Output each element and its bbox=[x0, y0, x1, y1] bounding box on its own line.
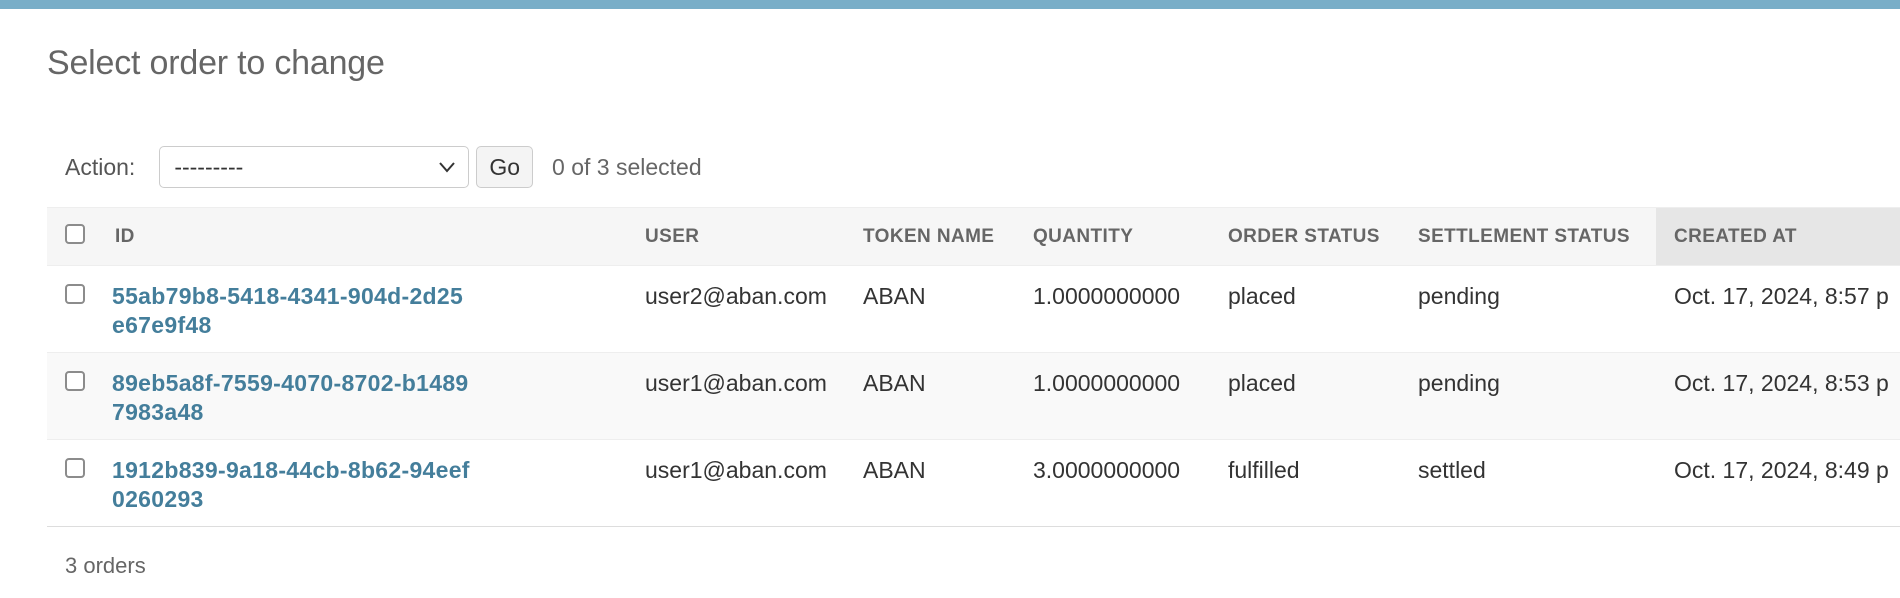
token-name-cell: ABAN bbox=[845, 439, 1015, 527]
created-at-cell: Oct. 17, 2024, 8:57 p bbox=[1656, 265, 1900, 353]
order-status-cell: placed bbox=[1210, 352, 1400, 440]
page-title: Select order to change bbox=[47, 44, 385, 82]
chevron-down-icon bbox=[439, 162, 456, 173]
action-select[interactable]: --------- bbox=[159, 146, 470, 188]
column-header-id[interactable]: ID bbox=[97, 207, 627, 266]
created-at-cell: Oct. 17, 2024, 8:49 p bbox=[1656, 439, 1900, 527]
quantity-cell: 1.0000000000 bbox=[1015, 265, 1210, 353]
token-name-cell: ABAN bbox=[845, 265, 1015, 353]
order-id-link[interactable]: 89eb5a8f-7559-4070-8702-b14897983a48 bbox=[112, 369, 472, 427]
column-header-created-at[interactable]: CREATED AT bbox=[1656, 207, 1900, 266]
header-bar bbox=[0, 0, 1900, 9]
column-header-order-status[interactable]: ORDER STATUS bbox=[1210, 207, 1400, 266]
order-status-cell: fulfilled bbox=[1210, 439, 1400, 527]
go-button[interactable]: Go bbox=[476, 146, 534, 188]
action-select-value: --------- bbox=[174, 153, 244, 180]
user-cell: user2@aban.com bbox=[627, 265, 845, 353]
quantity-cell: 3.0000000000 bbox=[1015, 439, 1210, 527]
quantity-cell: 1.0000000000 bbox=[1015, 352, 1210, 440]
settlement-status-cell: settled bbox=[1400, 439, 1656, 527]
id-cell: 1912b839-9a18-44cb-8b62-94eef0260293 bbox=[97, 439, 627, 527]
order-status-cell: placed bbox=[1210, 265, 1400, 353]
action-label: Action: bbox=[65, 153, 136, 180]
row-select-cell bbox=[47, 265, 97, 353]
column-header-quantity[interactable]: QUANTITY bbox=[1015, 207, 1210, 266]
row-select-cell bbox=[47, 439, 97, 527]
select-all-checkbox[interactable] bbox=[65, 223, 85, 244]
created-at-cell: Oct. 17, 2024, 8:53 p bbox=[1656, 352, 1900, 440]
settlement-status-cell: pending bbox=[1400, 265, 1656, 353]
column-header-user[interactable]: USER bbox=[627, 207, 845, 266]
id-cell: 55ab79b8-5418-4341-904d-2d25e67e9f48 bbox=[97, 265, 627, 353]
actions-bar: Action: --------- Go 0 of 3 selected bbox=[47, 142, 702, 192]
token-name-cell: ABAN bbox=[845, 352, 1015, 440]
settlement-status-cell: pending bbox=[1400, 352, 1656, 440]
order-id-link[interactable]: 1912b839-9a18-44cb-8b62-94eef0260293 bbox=[112, 456, 472, 514]
select-all-header bbox=[47, 207, 97, 266]
row-checkbox[interactable] bbox=[65, 458, 85, 478]
column-header-settlement-status[interactable]: SETTLEMENT STATUS bbox=[1400, 207, 1656, 266]
row-select-cell bbox=[47, 352, 97, 440]
user-cell: user1@aban.com bbox=[627, 352, 845, 440]
column-header-token-name[interactable]: TOKEN NAME bbox=[845, 207, 1015, 266]
results-table-container: ID USER TOKEN NAME QUANTITY ORDER STATUS… bbox=[47, 207, 1900, 527]
table-row: 1912b839-9a18-44cb-8b62-94eef0260293 use… bbox=[47, 439, 1900, 527]
row-checkbox[interactable] bbox=[65, 284, 85, 304]
row-checkbox[interactable] bbox=[65, 371, 85, 391]
paginator: 3 orders bbox=[65, 553, 146, 578]
results-table: ID USER TOKEN NAME QUANTITY ORDER STATUS… bbox=[47, 207, 1900, 527]
id-cell: 89eb5a8f-7559-4070-8702-b14897983a48 bbox=[97, 352, 627, 440]
table-header-row: ID USER TOKEN NAME QUANTITY ORDER STATUS… bbox=[47, 207, 1900, 266]
table-row: 55ab79b8-5418-4341-904d-2d25e67e9f48 use… bbox=[47, 265, 1900, 353]
user-cell: user1@aban.com bbox=[627, 439, 845, 527]
selected-count: 0 of 3 selected bbox=[552, 153, 702, 180]
table-row: 89eb5a8f-7559-4070-8702-b14897983a48 use… bbox=[47, 352, 1900, 440]
order-id-link[interactable]: 55ab79b8-5418-4341-904d-2d25e67e9f48 bbox=[112, 282, 472, 340]
